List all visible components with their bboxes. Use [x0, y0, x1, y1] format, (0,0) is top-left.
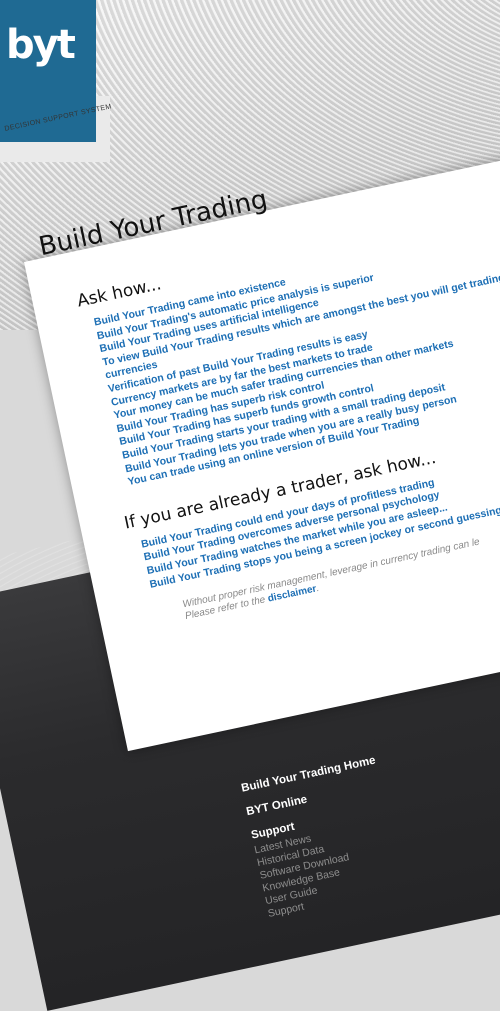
main-content: Ask how... Build Your Trading came into … — [75, 188, 500, 631]
logo-mark: byt — [6, 22, 76, 68]
footer-nav: Build Your Trading Home BYT Online Suppo… — [240, 754, 403, 921]
